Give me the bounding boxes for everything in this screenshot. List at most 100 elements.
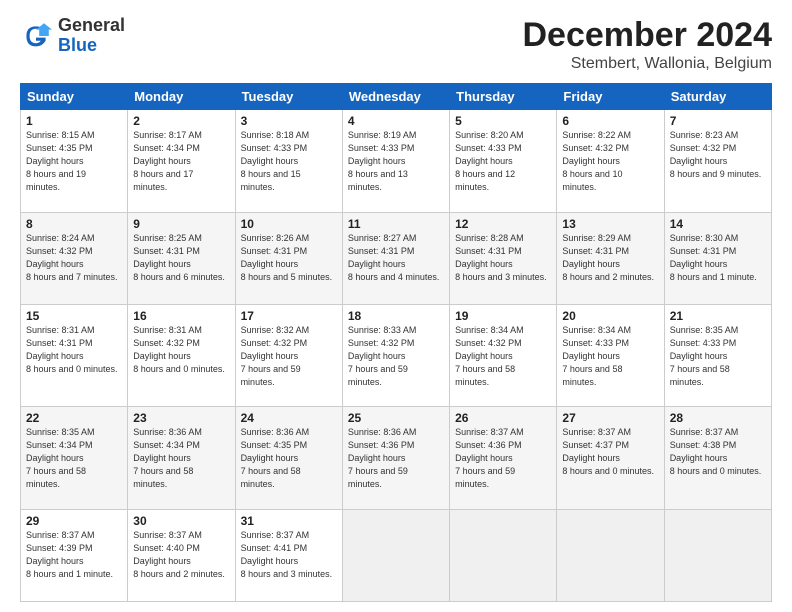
logo-blue: Blue [58,35,97,55]
table-row [664,509,771,601]
col-friday: Friday [557,84,664,110]
table-row: 12 Sunrise: 8:28 AMSunset: 4:31 PMDaylig… [450,212,557,304]
day-number: 4 [348,114,444,128]
day-info: Sunrise: 8:22 AMSunset: 4:32 PMDaylight … [562,130,631,192]
table-row: 21 Sunrise: 8:35 AMSunset: 4:33 PMDaylig… [664,304,771,407]
day-number: 29 [26,514,122,528]
day-info: Sunrise: 8:15 AMSunset: 4:35 PMDaylight … [26,130,95,192]
day-number: 2 [133,114,229,128]
day-info: Sunrise: 8:35 AMSunset: 4:33 PMDaylight … [670,325,739,387]
title-block: December 2024 Stembert, Wallonia, Belgiu… [522,16,772,73]
day-number: 1 [26,114,122,128]
day-number: 5 [455,114,551,128]
day-info: Sunrise: 8:19 AMSunset: 4:33 PMDaylight … [348,130,417,192]
table-row: 26 Sunrise: 8:37 AMSunset: 4:36 PMDaylig… [450,407,557,510]
day-info: Sunrise: 8:17 AMSunset: 4:34 PMDaylight … [133,130,202,192]
day-number: 3 [241,114,337,128]
day-number: 23 [133,411,229,425]
day-number: 12 [455,217,551,231]
table-row: 3 Sunrise: 8:18 AMSunset: 4:33 PMDayligh… [235,110,342,213]
table-row: 15 Sunrise: 8:31 AMSunset: 4:31 PMDaylig… [21,304,128,407]
day-info: Sunrise: 8:37 AMSunset: 4:37 PMDaylight … [562,427,654,476]
day-number: 18 [348,309,444,323]
day-info: Sunrise: 8:26 AMSunset: 4:31 PMDaylight … [241,233,333,282]
day-info: Sunrise: 8:33 AMSunset: 4:32 PMDaylight … [348,325,417,387]
table-row: 22 Sunrise: 8:35 AMSunset: 4:34 PMDaylig… [21,407,128,510]
day-number: 9 [133,217,229,231]
day-number: 27 [562,411,658,425]
table-row: 18 Sunrise: 8:33 AMSunset: 4:32 PMDaylig… [342,304,449,407]
table-row: 10 Sunrise: 8:26 AMSunset: 4:31 PMDaylig… [235,212,342,304]
day-number: 10 [241,217,337,231]
col-wednesday: Wednesday [342,84,449,110]
day-number: 24 [241,411,337,425]
table-row: 5 Sunrise: 8:20 AMSunset: 4:33 PMDayligh… [450,110,557,213]
day-info: Sunrise: 8:27 AMSunset: 4:31 PMDaylight … [348,233,440,282]
day-number: 13 [562,217,658,231]
header-row: Sunday Monday Tuesday Wednesday Thursday… [21,84,772,110]
table-row: 24 Sunrise: 8:36 AMSunset: 4:35 PMDaylig… [235,407,342,510]
logo-general: General [58,15,125,35]
day-number: 14 [670,217,766,231]
table-row: 14 Sunrise: 8:30 AMSunset: 4:31 PMDaylig… [664,212,771,304]
day-number: 7 [670,114,766,128]
day-number: 30 [133,514,229,528]
table-row: 17 Sunrise: 8:32 AMSunset: 4:32 PMDaylig… [235,304,342,407]
day-info: Sunrise: 8:37 AMSunset: 4:41 PMDaylight … [241,530,333,579]
day-info: Sunrise: 8:35 AMSunset: 4:34 PMDaylight … [26,427,95,489]
day-number: 21 [670,309,766,323]
table-row: 1 Sunrise: 8:15 AMSunset: 4:35 PMDayligh… [21,110,128,213]
header: General Blue December 2024 Stembert, Wal… [20,16,772,73]
day-info: Sunrise: 8:31 AMSunset: 4:31 PMDaylight … [26,325,118,374]
day-info: Sunrise: 8:31 AMSunset: 4:32 PMDaylight … [133,325,225,374]
day-info: Sunrise: 8:23 AMSunset: 4:32 PMDaylight … [670,130,762,179]
day-number: 22 [26,411,122,425]
day-info: Sunrise: 8:18 AMSunset: 4:33 PMDaylight … [241,130,310,192]
day-info: Sunrise: 8:36 AMSunset: 4:36 PMDaylight … [348,427,417,489]
table-row: 6 Sunrise: 8:22 AMSunset: 4:32 PMDayligh… [557,110,664,213]
day-number: 19 [455,309,551,323]
day-info: Sunrise: 8:30 AMSunset: 4:31 PMDaylight … [670,233,757,282]
day-info: Sunrise: 8:29 AMSunset: 4:31 PMDaylight … [562,233,654,282]
day-number: 6 [562,114,658,128]
day-number: 28 [670,411,766,425]
table-row: 28 Sunrise: 8:37 AMSunset: 4:38 PMDaylig… [664,407,771,510]
day-info: Sunrise: 8:37 AMSunset: 4:39 PMDaylight … [26,530,113,579]
day-info: Sunrise: 8:24 AMSunset: 4:32 PMDaylight … [26,233,118,282]
day-info: Sunrise: 8:37 AMSunset: 4:38 PMDaylight … [670,427,762,476]
col-sunday: Sunday [21,84,128,110]
day-number: 15 [26,309,122,323]
table-row: 16 Sunrise: 8:31 AMSunset: 4:32 PMDaylig… [128,304,235,407]
table-row: 11 Sunrise: 8:27 AMSunset: 4:31 PMDaylig… [342,212,449,304]
table-row [557,509,664,601]
table-row: 29 Sunrise: 8:37 AMSunset: 4:39 PMDaylig… [21,509,128,601]
day-info: Sunrise: 8:37 AMSunset: 4:36 PMDaylight … [455,427,524,489]
logo: General Blue [20,16,125,56]
table-row: 19 Sunrise: 8:34 AMSunset: 4:32 PMDaylig… [450,304,557,407]
day-info: Sunrise: 8:36 AMSunset: 4:34 PMDaylight … [133,427,202,489]
day-info: Sunrise: 8:32 AMSunset: 4:32 PMDaylight … [241,325,310,387]
table-row: 23 Sunrise: 8:36 AMSunset: 4:34 PMDaylig… [128,407,235,510]
day-info: Sunrise: 8:28 AMSunset: 4:31 PMDaylight … [455,233,547,282]
day-info: Sunrise: 8:25 AMSunset: 4:31 PMDaylight … [133,233,225,282]
day-info: Sunrise: 8:37 AMSunset: 4:40 PMDaylight … [133,530,225,579]
logo-text: General Blue [58,16,125,56]
logo-icon [20,20,52,52]
table-row: 4 Sunrise: 8:19 AMSunset: 4:33 PMDayligh… [342,110,449,213]
day-number: 31 [241,514,337,528]
table-row: 31 Sunrise: 8:37 AMSunset: 4:41 PMDaylig… [235,509,342,601]
day-number: 8 [26,217,122,231]
day-number: 20 [562,309,658,323]
table-row: 9 Sunrise: 8:25 AMSunset: 4:31 PMDayligh… [128,212,235,304]
day-number: 17 [241,309,337,323]
table-row: 7 Sunrise: 8:23 AMSunset: 4:32 PMDayligh… [664,110,771,213]
table-row: 2 Sunrise: 8:17 AMSunset: 4:34 PMDayligh… [128,110,235,213]
col-thursday: Thursday [450,84,557,110]
day-info: Sunrise: 8:36 AMSunset: 4:35 PMDaylight … [241,427,310,489]
table-row: 20 Sunrise: 8:34 AMSunset: 4:33 PMDaylig… [557,304,664,407]
col-saturday: Saturday [664,84,771,110]
table-row [450,509,557,601]
table-row: 13 Sunrise: 8:29 AMSunset: 4:31 PMDaylig… [557,212,664,304]
calendar-title: December 2024 [522,16,772,55]
day-number: 11 [348,217,444,231]
